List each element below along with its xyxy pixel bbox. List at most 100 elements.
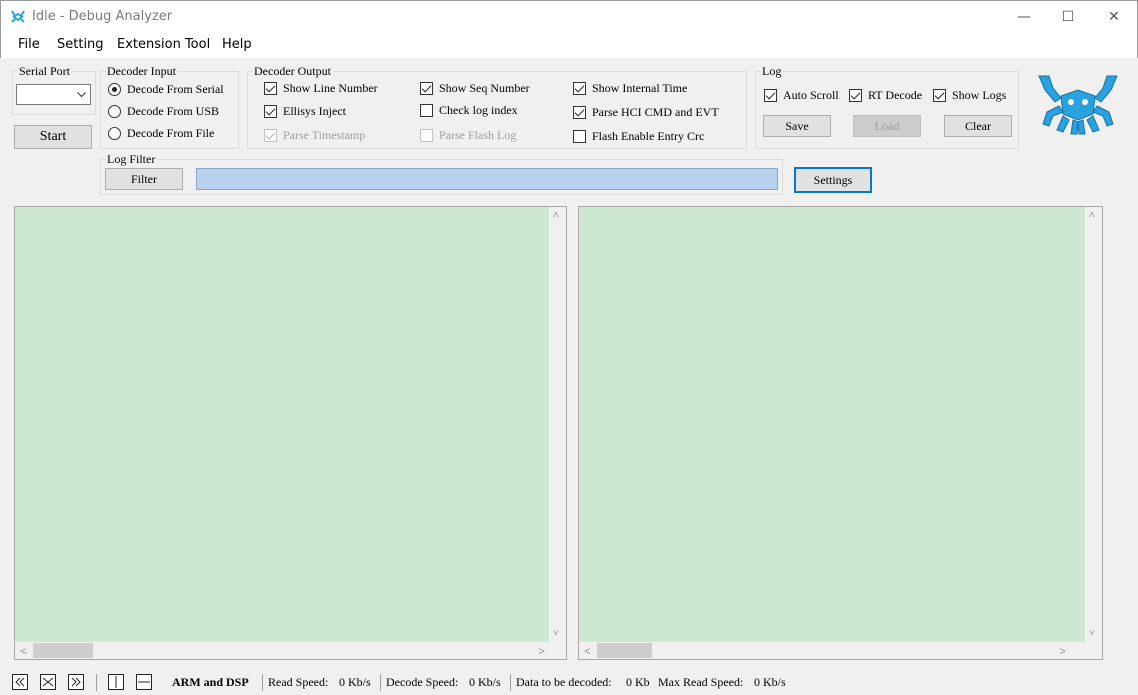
split-vertical-icon[interactable] <box>108 674 124 690</box>
checkbox-parse-hci-cmd-evt[interactable]: Parse HCI CMD and EVT <box>573 104 719 120</box>
checkbox-ellisys-inject[interactable]: Ellisys Inject <box>264 103 346 119</box>
scroll-up-icon[interactable]: ˄ <box>553 210 559 221</box>
last-icon[interactable] <box>68 674 84 690</box>
radio-indicator <box>108 104 121 118</box>
menu-file[interactable]: File <box>18 37 40 52</box>
maximize-button[interactable]: ☐ <box>1045 1 1091 33</box>
checkbox-label: Parse Timestamp <box>283 127 366 142</box>
status-mode: ARM and DSP <box>172 675 249 689</box>
close-icon: ✕ <box>1108 9 1120 25</box>
radio-decode-from-usb[interactable]: Decode From USB <box>108 103 219 119</box>
checkbox-label: Show Line Number <box>283 80 378 95</box>
radio-label: Decode From USB <box>127 103 219 118</box>
checkbox-label: RT Decode <box>868 87 923 102</box>
first-icon[interactable] <box>12 674 28 690</box>
scroll-left-icon[interactable]: < <box>20 644 27 659</box>
horizontal-scrollbar[interactable]: < > <box>15 642 550 659</box>
radio-label: Decode From Serial <box>127 81 224 96</box>
log-label: Log <box>762 64 782 78</box>
max-read-speed-value: 0 Kb/s <box>754 675 786 689</box>
checkbox-label: Auto Scroll <box>783 87 839 102</box>
radio-label: Decode From File <box>127 125 215 140</box>
menu-help[interactable]: Help <box>222 37 252 52</box>
settings-button[interactable]: Settings <box>794 167 872 193</box>
scroll-up-icon[interactable]: ˄ <box>1089 210 1095 221</box>
status-separator <box>380 674 381 691</box>
radio-indicator <box>108 82 121 96</box>
read-speed-label: Read Speed: <box>268 675 329 689</box>
crab-logo-icon <box>1038 75 1118 135</box>
minimize-icon: — <box>1017 9 1031 25</box>
filter-button[interactable]: Filter <box>105 168 183 190</box>
checkbox-show-line-number[interactable]: Show Line Number <box>264 80 378 96</box>
checkbox-show-logs[interactable]: Show Logs <box>933 87 1006 103</box>
vertical-scrollbar[interactable]: ˄ ˅ <box>549 207 566 642</box>
scroll-corner <box>1085 642 1102 659</box>
menu-setting[interactable]: Setting <box>57 37 104 52</box>
scroll-right-icon[interactable]: > <box>1059 644 1066 659</box>
max-read-speed-label: Max Read Speed: <box>658 675 744 689</box>
checkbox-auto-scroll[interactable]: Auto Scroll <box>764 87 839 103</box>
start-button[interactable]: Start <box>14 125 92 149</box>
radio-decode-from-serial[interactable]: Decode From Serial <box>108 81 224 97</box>
save-button[interactable]: Save <box>763 115 831 137</box>
checkbox-box <box>573 105 586 119</box>
vertical-scrollbar[interactable]: ˄ ˅ <box>1085 207 1102 642</box>
decode-speed-label: Decode Speed: <box>386 675 459 689</box>
checkbox-flash-enable-entry-crc[interactable]: Flash Enable Entry Crc <box>573 128 704 144</box>
checkbox-box <box>764 88 777 102</box>
status-separator <box>96 674 97 691</box>
scroll-down-icon[interactable]: ˅ <box>1089 628 1095 639</box>
scroll-right-icon[interactable]: > <box>538 644 545 659</box>
decode-speed-value: 0 Kb/s <box>469 675 501 689</box>
checkbox-label: Parse HCI CMD and EVT <box>592 104 719 119</box>
scroll-left-icon[interactable]: < <box>584 644 591 659</box>
window-title: Idle - Debug Analyzer <box>32 9 173 24</box>
stop-icon[interactable] <box>40 674 56 690</box>
checkbox-box <box>264 81 277 95</box>
status-separator <box>510 674 511 691</box>
close-button[interactable]: ✕ <box>1091 1 1137 33</box>
horizontal-scrollbar[interactable]: < > <box>579 642 1086 659</box>
log-pane-right[interactable]: ˄ ˅ < > <box>578 206 1103 660</box>
checkbox-box <box>420 128 433 142</box>
status-separator <box>262 674 263 691</box>
menu-extension-tool[interactable]: Extension Tool <box>117 37 210 52</box>
decoder-output-label: Decoder Output <box>254 64 331 78</box>
checkbox-rt-decode[interactable]: RT Decode <box>849 87 922 103</box>
maximize-icon: ☐ <box>1061 9 1075 25</box>
minimize-button[interactable]: — <box>1001 1 1047 33</box>
checkbox-label: Ellisys Inject <box>283 103 346 118</box>
radio-indicator <box>108 126 121 140</box>
scroll-thumb[interactable] <box>597 643 652 658</box>
log-pane-left[interactable]: ˄ ˅ < > <box>14 206 567 660</box>
scroll-corner <box>549 642 566 659</box>
serial-port-select[interactable] <box>16 84 91 105</box>
checkbox-box <box>420 81 433 95</box>
filter-input[interactable] <box>196 168 778 190</box>
status-bar: ARM and DSP Read Speed: 0 Kb/s Decode Sp… <box>0 670 1138 695</box>
checkbox-show-seq-number[interactable]: Show Seq Number <box>420 80 530 96</box>
checkbox-label: Show Internal Time <box>592 80 688 95</box>
title-bar: Idle - Debug Analyzer — ☐ ✕ <box>0 0 1138 32</box>
split-horizontal-icon[interactable] <box>136 674 152 690</box>
scroll-thumb[interactable] <box>33 643 93 658</box>
load-button: Load <box>853 115 921 137</box>
checkbox-box <box>420 103 433 117</box>
checkbox-parse-timestamp: Parse Timestamp <box>264 127 365 143</box>
checkbox-label: Parse Flash Log <box>439 127 517 142</box>
radio-decode-from-file[interactable]: Decode From File <box>108 125 214 141</box>
checkbox-box <box>573 129 586 143</box>
data-to-decode-value: 0 Kb <box>626 675 650 689</box>
clear-button[interactable]: Clear <box>944 115 1012 137</box>
checkbox-label: Check log index <box>439 102 518 117</box>
checkbox-check-log-index[interactable]: Check log index <box>420 102 518 118</box>
checkbox-box <box>264 104 277 118</box>
checkbox-box <box>264 128 277 142</box>
scroll-down-icon[interactable]: ˅ <box>553 628 559 639</box>
checkbox-label: Show Logs <box>952 87 1007 102</box>
log-filter-label: Log Filter <box>107 152 156 166</box>
checkbox-parse-flash-log: Parse Flash Log <box>420 127 516 143</box>
checkbox-box <box>933 88 946 102</box>
checkbox-show-internal-time[interactable]: Show Internal Time <box>573 80 687 96</box>
